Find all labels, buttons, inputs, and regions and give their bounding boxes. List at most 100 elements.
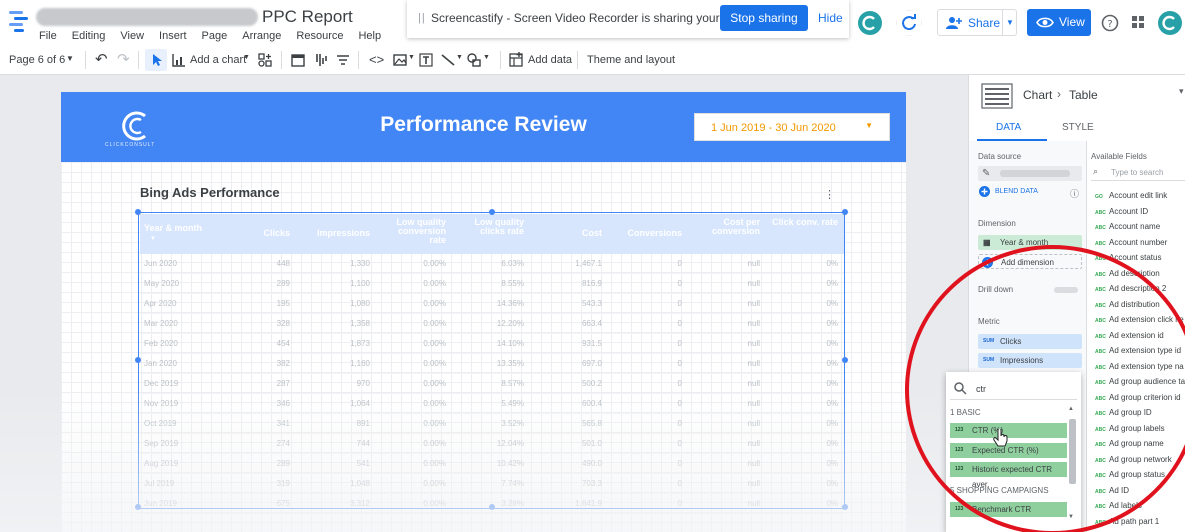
help-icon[interactable]: ? — [1101, 14, 1119, 32]
apps-grid-icon[interactable] — [1131, 15, 1145, 29]
page-dropdown-icon[interactable]: ▼ — [66, 54, 74, 63]
available-field[interactable]: ABC Ad extension type na — [1095, 362, 1184, 371]
column-header[interactable]: Low quality conversion rate — [380, 218, 447, 245]
account-avatar[interactable] — [1157, 10, 1183, 36]
resize-handle[interactable] — [135, 357, 141, 363]
available-field[interactable]: ABC Ad group network — [1095, 455, 1172, 464]
add-dimension-button[interactable]: Add dimension — [978, 254, 1082, 269]
section-title[interactable]: Bing Ads Performance — [140, 185, 280, 200]
text-box-icon[interactable] — [418, 52, 434, 68]
redo-icon[interactable]: ↷ — [117, 50, 130, 68]
line-icon[interactable] — [440, 52, 456, 68]
menu-help[interactable]: Help — [358, 30, 381, 42]
menu-arrange[interactable]: Arrange — [242, 30, 281, 42]
available-field[interactable]: GO Account edit link — [1095, 191, 1167, 200]
resize-handle[interactable] — [135, 209, 141, 215]
available-field[interactable]: ABC Ad path part 1 — [1095, 517, 1159, 526]
column-header[interactable]: Clicks — [250, 229, 290, 238]
resize-handle[interactable] — [842, 209, 848, 215]
dropdown-scrollbar[interactable] — [1069, 419, 1076, 484]
add-data-icon[interactable] — [508, 52, 524, 68]
available-field[interactable]: ABC Ad ID — [1095, 486, 1129, 495]
screencastify-extension-icon[interactable] — [857, 10, 883, 36]
tab-data[interactable]: DATA — [996, 122, 1021, 133]
field-search[interactable]: ⌕ Type to search — [1091, 165, 1185, 181]
data-source-chip[interactable]: ✎ — [978, 166, 1082, 181]
resize-handle[interactable] — [842, 357, 848, 363]
menu-page[interactable]: Page — [202, 30, 228, 42]
available-field[interactable]: ABC Ad distribution — [1095, 300, 1160, 309]
scroll-up-icon[interactable]: ▲ — [1068, 406, 1074, 412]
available-field[interactable]: ABC Ad group ID — [1095, 408, 1152, 417]
document-title[interactable]: PPC Report — [262, 7, 353, 27]
available-field[interactable]: ABC Ad group audience ta — [1095, 377, 1185, 386]
menu-file[interactable]: File — [39, 30, 57, 42]
help-icon[interactable]: ⓘ — [1070, 187, 1079, 200]
theme-layout-button[interactable]: Theme and layout — [587, 54, 675, 66]
metric-search-input[interactable]: ctr — [976, 384, 986, 394]
menu-insert[interactable]: Insert — [159, 30, 187, 42]
add-chart-button[interactable]: Add a chart — [190, 54, 246, 66]
dimension-chip[interactable]: ▦ Year & month — [978, 235, 1082, 250]
date-range-control-icon[interactable] — [290, 52, 306, 68]
column-header[interactable]: Year & month — [144, 224, 202, 233]
image-icon[interactable] — [392, 52, 408, 68]
sum-aggregation-tag[interactable]: SUM — [983, 334, 994, 349]
view-button[interactable]: View — [1027, 9, 1091, 36]
menu-editing[interactable]: Editing — [72, 30, 106, 42]
add-chart-dropdown-icon[interactable]: ▼ — [243, 54, 250, 61]
more-options-icon[interactable]: ⋮ — [824, 190, 835, 201]
available-field[interactable]: ABC Ad description 2 — [1095, 284, 1166, 293]
resize-handle[interactable] — [842, 504, 848, 510]
available-field[interactable]: ABC Account name — [1095, 222, 1160, 231]
available-field[interactable]: ABC Ad extension type id — [1095, 346, 1181, 355]
resize-handle[interactable] — [489, 209, 495, 215]
image-dropdown-icon[interactable]: ▼ — [408, 54, 415, 61]
column-header[interactable]: Cost per conversion — [690, 218, 760, 236]
field-search-input[interactable]: Type to search — [1111, 168, 1163, 177]
add-circle-icon[interactable] — [979, 186, 990, 197]
available-field[interactable]: ABC Ad group criterion id — [1095, 393, 1181, 402]
available-field[interactable]: ABC Ad group status — [1095, 470, 1165, 479]
available-field[interactable]: ABC Ad description — [1095, 269, 1160, 278]
sum-aggregation-tag[interactable]: SUM — [983, 353, 994, 368]
resize-handle[interactable] — [135, 504, 141, 510]
available-field[interactable]: ABC Ad labels — [1095, 501, 1142, 510]
data-table[interactable]: Year & month ▼ Clicks Impressions Low qu… — [135, 209, 848, 514]
page-selector[interactable]: Page 6 of 6 — [9, 54, 65, 66]
data-studio-logo-icon[interactable] — [6, 7, 32, 33]
column-header[interactable]: Cost — [540, 229, 602, 238]
available-field[interactable]: ABC Ad group name — [1095, 439, 1164, 448]
refresh-icon[interactable] — [896, 10, 922, 36]
column-header[interactable]: Low quality clicks rate — [460, 218, 525, 236]
undo-icon[interactable]: ↶ — [95, 50, 108, 68]
menu-resource[interactable]: Resource — [296, 30, 343, 42]
share-dropdown-icon[interactable]: ▼ — [1006, 18, 1014, 27]
hide-button[interactable]: Hide — [818, 11, 843, 25]
column-header[interactable]: Conversions — [610, 229, 682, 238]
add-chart-icon[interactable] — [171, 52, 187, 68]
resize-handle[interactable] — [489, 504, 495, 510]
select-tool[interactable] — [145, 49, 167, 71]
metric-search[interactable]: ctr — [950, 378, 1077, 400]
breadcrumb-type[interactable]: Table — [1069, 88, 1098, 102]
field-option[interactable]: 123 Historic expected CTR aver. — [950, 462, 1067, 489]
metric-chip-impressions[interactable]: SUM Impressions — [978, 353, 1082, 368]
stop-sharing-button[interactable]: Stop sharing — [720, 5, 808, 31]
shape-dropdown-icon[interactable]: ▼ — [483, 54, 490, 61]
date-range-picker[interactable]: 1 Jun 2019 - 30 Jun 2020 ▼ — [694, 113, 890, 141]
available-field[interactable]: ABC Ad extension click ite — [1095, 315, 1184, 324]
column-header[interactable]: Impressions — [300, 229, 370, 238]
add-data-button[interactable]: Add data — [528, 54, 572, 66]
available-field[interactable]: ABC Account number — [1095, 238, 1167, 247]
share-button[interactable]: Share ▼ — [937, 9, 1017, 36]
chevron-down-icon[interactable]: ▾ — [1179, 86, 1184, 97]
available-field[interactable]: ABC Ad extension id — [1095, 331, 1164, 340]
scroll-down-icon[interactable]: ▼ — [1068, 514, 1074, 520]
blend-data-button[interactable]: BLEND DATA — [995, 188, 1038, 195]
column-header[interactable]: Click conv. rate — [770, 218, 838, 227]
data-control-icon[interactable] — [313, 52, 329, 68]
shape-icon[interactable] — [466, 52, 482, 68]
available-field[interactable]: ABC Account ID — [1095, 207, 1148, 216]
embed-code-icon[interactable]: <> — [369, 52, 384, 67]
